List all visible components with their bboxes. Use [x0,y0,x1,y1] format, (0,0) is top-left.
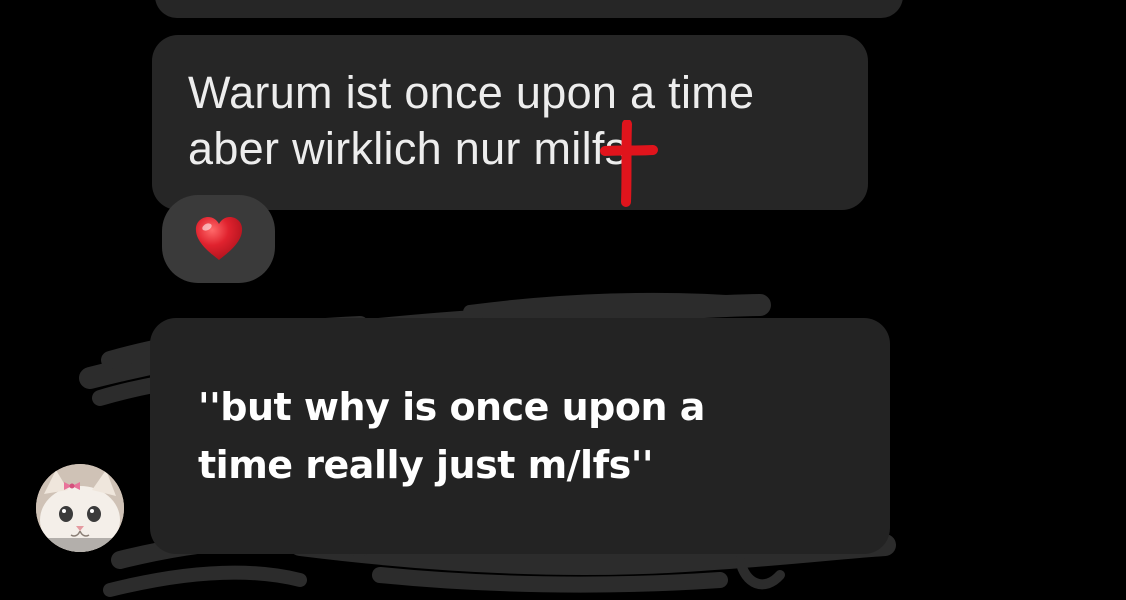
kitten-with-bow-avatar [36,464,124,552]
sender-avatar[interactable] [36,464,124,552]
caption-bubble: ''but why is once upon a time really jus… [150,318,890,554]
caption-text: ''but why is once upon a time really jus… [198,385,705,487]
